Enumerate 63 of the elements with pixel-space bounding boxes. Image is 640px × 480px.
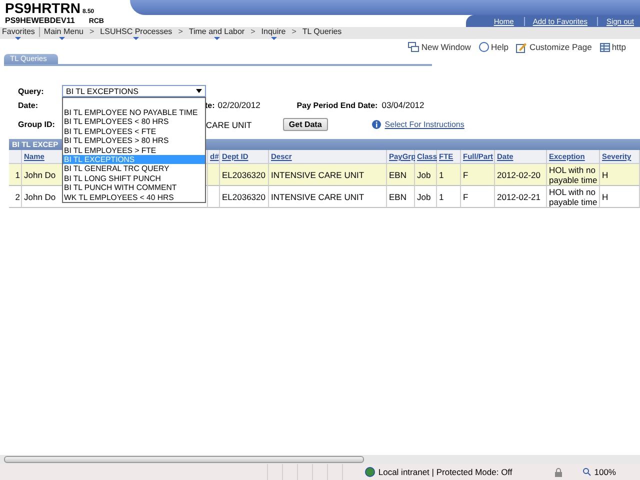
row-number: 1 (9, 164, 22, 186)
menu-caret-icon (214, 37, 220, 40)
breadcrumb-link[interactable]: Inquire (261, 27, 286, 37)
horizontal-scrollbar[interactable] (0, 455, 640, 464)
table-cell: HOL with no payable time (547, 164, 600, 186)
breadcrumb-separator: > (89, 27, 94, 37)
row-number: 2 (9, 186, 22, 208)
table-cell: EBN (387, 164, 415, 186)
table-cell: 1 (437, 186, 461, 208)
pencil-page-icon (516, 42, 528, 52)
breadcrumb-link[interactable]: LSUHSC Processes (100, 27, 172, 37)
zone-status: Local intranet | Protected Mode: Off (365, 467, 512, 477)
breadcrumb-link[interactable]: Time and Labor (188, 27, 245, 37)
menu-caret-icon (270, 37, 276, 40)
table-cell: F (461, 164, 495, 186)
field-label: Pay Period End Date: (296, 100, 378, 110)
query-select[interactable]: BI TL EXCEPTIONS (62, 85, 206, 97)
breadcrumb-link[interactable]: Favorites (2, 27, 35, 37)
magnifier-icon (583, 468, 592, 476)
instructions-link[interactable]: Select For Instructions (384, 120, 464, 129)
globe-icon (365, 467, 376, 477)
menu-caret-icon (15, 37, 22, 40)
breadcrumb-link[interactable]: TL Queries (302, 27, 342, 37)
table-cell: INTENSIVE CARE UNIT (269, 164, 387, 186)
toolbar-link[interactable]: Customize Page (516, 42, 592, 52)
zoom-level[interactable]: 100% (583, 467, 616, 477)
dropdown-arrow-icon (196, 89, 202, 93)
table-cell (208, 186, 220, 208)
table-cell: Job (415, 186, 437, 208)
system-title: PS9HRTRN (5, 1, 80, 16)
table-cell: EL2036320 (220, 164, 269, 186)
get-data-button[interactable]: Get Data (282, 118, 328, 131)
server-label: PS9HEWEBDEV11 (5, 16, 75, 25)
menu-caret-icon (58, 37, 65, 40)
table-cell: Job (415, 164, 437, 186)
menu-caret-icon (133, 37, 140, 40)
table-icon (600, 42, 610, 52)
breadcrumb-separator: > (292, 27, 296, 37)
toolbar-link[interactable]: http (600, 42, 626, 52)
toolbar-link[interactable]: Help (478, 42, 508, 52)
windows-icon (408, 42, 420, 52)
table-cell: F (461, 186, 495, 208)
date-value: 02/20/2012 (218, 100, 262, 110)
lock-icon (554, 468, 564, 476)
group-value: CARE UNIT (206, 120, 253, 130)
table-cell: EBN (387, 186, 415, 208)
table-cell: H (600, 186, 640, 208)
field-label: Date: (18, 100, 38, 110)
table-cell: 1 (437, 164, 461, 186)
table-cell: INTENSIVE CARE UNIT (269, 186, 387, 208)
date-value: 03/04/2012 (382, 100, 424, 110)
breadcrumb-link[interactable]: Main Menu (38, 27, 84, 37)
field-label: Query: (18, 86, 45, 96)
breadcrumb-separator: > (250, 27, 256, 37)
table-cell: EL2036320 (220, 186, 269, 208)
info-icon (372, 120, 381, 129)
table-cell: H (600, 164, 640, 186)
table-cell: 2012-02-21 (495, 186, 547, 208)
toolbar-link[interactable]: New Window (408, 42, 471, 52)
field-label: Group ID: (18, 120, 55, 129)
table-cell: 2012-02-20 (495, 164, 547, 186)
breadcrumb-separator: > (178, 27, 183, 37)
table-cell: HOL with no payable time (547, 186, 600, 208)
